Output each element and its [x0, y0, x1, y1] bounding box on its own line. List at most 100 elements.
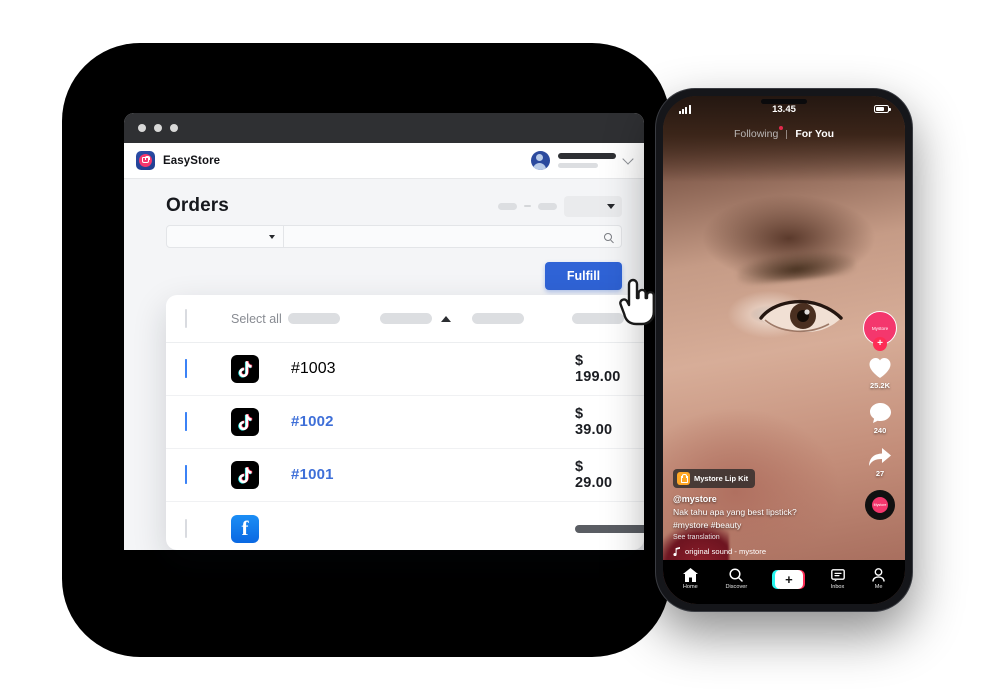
sort-ascending-icon[interactable]	[441, 315, 451, 322]
channel-cell: f	[231, 514, 291, 543]
row-checkbox[interactable]	[185, 359, 187, 378]
user-avatar-icon	[531, 151, 550, 170]
plus-follow-icon[interactable]: +	[873, 337, 887, 351]
row-checkbox-cell[interactable]	[185, 359, 231, 378]
share-button[interactable]: 27	[868, 447, 892, 478]
eye-region	[759, 296, 843, 336]
nav-item-discover[interactable]: Discover	[725, 568, 747, 590]
table-row[interactable]: #1002 $ 39.00	[166, 396, 644, 449]
music-disc-icon[interactable]: Mystore	[865, 490, 895, 520]
inbox-icon	[830, 568, 845, 582]
page-header: Orders	[124, 179, 644, 225]
sound-name: original sound - mystore	[685, 547, 767, 556]
phone-device: 13.45 Following For You Mystore + 25.2K …	[655, 88, 913, 612]
order-amount: $ 39.00	[575, 406, 613, 438]
row-checkbox-cell[interactable]	[185, 465, 231, 484]
shopping-bag-icon	[677, 472, 690, 485]
chevron-down-icon	[607, 203, 615, 209]
filter-select[interactable]	[166, 225, 284, 248]
orders-table-card: Select all #1003 $ 199.00 #1002 $ 39.00 …	[166, 295, 644, 550]
comment-count: 240	[873, 426, 887, 435]
person-icon	[872, 568, 885, 582]
eyebrow-region	[735, 247, 857, 287]
window-close-dot[interactable]	[138, 124, 146, 132]
status-time: 13.45	[772, 103, 796, 115]
search-icon	[729, 568, 744, 582]
nav-label: Inbox	[830, 583, 845, 590]
heart-icon	[869, 358, 891, 378]
like-count: 25.2K	[869, 381, 890, 390]
order-amount-placeholder	[575, 524, 644, 533]
tab-following[interactable]: Following	[734, 126, 784, 140]
select-all-label: Select all	[231, 311, 282, 326]
chevron-down-icon	[269, 234, 275, 239]
nav-item-home[interactable]: Home	[682, 568, 698, 590]
bottom-nav-bar: Home Discover + Inbox Me	[663, 560, 905, 604]
order-id[interactable]: #1001	[291, 466, 383, 484]
header-controls	[498, 195, 622, 217]
nav-item-inbox[interactable]: Inbox	[830, 568, 845, 590]
row-checkbox-cell[interactable]	[185, 518, 231, 538]
date-from-placeholder	[498, 202, 517, 210]
product-tag[interactable]: Mystore Lip Kit	[673, 469, 756, 488]
nav-label: Home	[682, 584, 698, 590]
chevron-down-icon[interactable]	[622, 152, 634, 165]
channel-cell	[231, 355, 291, 383]
caption-text: Nak tahu apa yang best lipstick?	[673, 507, 797, 517]
avatar-label: Mystore	[871, 325, 889, 331]
easystore-bag-logo	[136, 151, 155, 170]
comment-button[interactable]: 240	[869, 402, 892, 435]
tab-for-you[interactable]: For You	[795, 128, 834, 140]
video-action-rail: Mystore + 25.2K 240 27 Mystore	[863, 311, 897, 520]
column-header-3[interactable]	[472, 313, 572, 324]
brand-name: EasyStore	[163, 154, 221, 167]
feed-tabs: Following For You	[663, 126, 905, 140]
nav-item-create[interactable]: +	[772, 569, 806, 589]
pointing-hand-cursor	[617, 278, 657, 326]
date-to-placeholder	[538, 202, 557, 210]
table-row[interactable]: f	[166, 502, 644, 550]
like-button[interactable]: 25.2K	[868, 357, 892, 390]
page-title: Orders	[166, 195, 229, 216]
fulfill-button[interactable]: Fulfill	[545, 262, 622, 290]
see-translation-link[interactable]: See translation	[673, 534, 851, 541]
select-all-checkbox[interactable]	[185, 308, 187, 328]
row-checkbox[interactable]	[185, 465, 187, 484]
column-header-2[interactable]	[380, 313, 472, 324]
notification-dot-icon	[779, 126, 784, 130]
create-plus-icon[interactable]: +	[772, 569, 806, 589]
sound-row[interactable]: original sound - mystore	[673, 547, 851, 556]
window-maximize-dot[interactable]	[170, 124, 178, 132]
disc-label: Mystore	[872, 497, 888, 513]
caption-hashtags[interactable]: #mystore #beauty	[673, 520, 851, 530]
row-checkbox[interactable]	[185, 518, 187, 538]
product-name: Mystore Lip Kit	[694, 474, 749, 483]
search-icon	[604, 232, 612, 241]
nav-label: Me	[874, 584, 883, 590]
search-input[interactable]	[284, 225, 622, 248]
nav-item-me[interactable]: Me	[872, 568, 885, 590]
order-id[interactable]: #1003	[291, 360, 383, 378]
video-caption: Mystore Lip Kit @mystore Nak tahu apa ya…	[673, 469, 851, 556]
window-minimize-dot[interactable]	[154, 124, 162, 132]
row-checkbox[interactable]	[185, 412, 187, 431]
column-header-1[interactable]	[288, 313, 380, 324]
account-menu[interactable]	[531, 151, 634, 170]
select-all-cell[interactable]	[185, 308, 231, 328]
order-amount: $ 199.00	[575, 353, 621, 385]
row-checkbox-cell[interactable]	[185, 412, 231, 431]
order-id[interactable]: #1002	[291, 413, 383, 431]
phone-speaker-notch	[761, 99, 807, 104]
creator-username[interactable]: @mystore	[673, 494, 851, 504]
tiktok-icon	[231, 461, 259, 489]
tiktok-icon	[231, 355, 259, 383]
header-select[interactable]	[564, 195, 622, 217]
facebook-icon: f	[231, 514, 259, 543]
action-row: Fulfill	[124, 248, 644, 290]
table-row[interactable]: #1001 $ 29.00	[166, 449, 644, 502]
comment-bubble-icon	[869, 403, 891, 423]
creator-avatar[interactable]: Mystore +	[863, 311, 897, 351]
share-count: 27	[875, 469, 885, 478]
table-row[interactable]: #1003 $ 199.00	[166, 343, 644, 396]
share-arrow-icon	[869, 448, 891, 466]
